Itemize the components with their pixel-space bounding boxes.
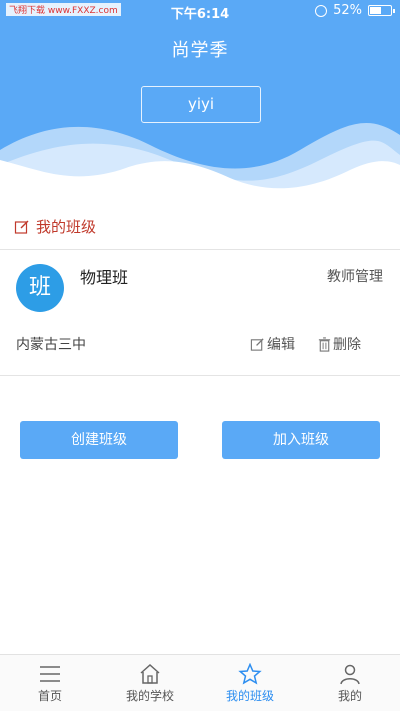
join-class-button[interactable]: 加入班级 [222, 421, 380, 459]
edit-button[interactable]: 编辑 [250, 334, 295, 354]
section-title: 我的班级 [14, 216, 96, 237]
section-title-label: 我的班级 [36, 218, 97, 236]
status-bar: 飞翔下载 www.FXXZ.com 下午6:14 52% [0, 0, 400, 22]
trash-icon [318, 336, 331, 352]
tab-profile-label: 我的 [337, 689, 362, 703]
battery-icon [368, 5, 395, 16]
tab-my-class[interactable]: 我的班级 [200, 655, 300, 711]
app-title: 尚学季 [171, 40, 229, 61]
battery-percent: 52% [333, 3, 362, 18]
header: 飞翔下载 www.FXXZ.com 下午6:14 52% 尚学季 yiyi [0, 0, 400, 200]
tab-my-school-label: 我的学校 [125, 689, 174, 703]
tab-my-school[interactable]: 我的学校 [100, 655, 200, 711]
home-icon [140, 663, 160, 684]
tab-home-label: 首页 [37, 689, 62, 703]
rotation-lock-icon [315, 4, 328, 17]
class-avatar: 班 [16, 264, 64, 312]
class-card[interactable]: 班 物理班 教师管理 内蒙古三中 编辑 删除 [0, 250, 400, 375]
delete-label: 删除 [333, 337, 361, 353]
teacher-manage-link[interactable]: 教师管理 [327, 266, 383, 286]
wave-decoration [0, 123, 400, 200]
user-icon [340, 664, 360, 685]
tab-profile[interactable]: 我的 [300, 655, 400, 711]
edit-label: 编辑 [267, 337, 295, 353]
status-right: 52% [315, 3, 395, 18]
star-icon [238, 663, 262, 685]
create-class-button[interactable]: 创建班级 [20, 421, 178, 459]
class-name: 物理班 [80, 268, 129, 287]
tab-my-class-label: 我的班级 [225, 689, 274, 703]
edit-icon [250, 337, 264, 351]
divider [0, 375, 400, 376]
delete-button[interactable]: 删除 [318, 334, 361, 354]
edit-note-icon [14, 220, 29, 234]
menu-icon [40, 666, 60, 682]
school-name: 内蒙古三中 [16, 337, 86, 353]
tab-bar: 首页 我的学校 我的班级 我的 [0, 654, 400, 711]
tab-home[interactable]: 首页 [0, 655, 100, 711]
